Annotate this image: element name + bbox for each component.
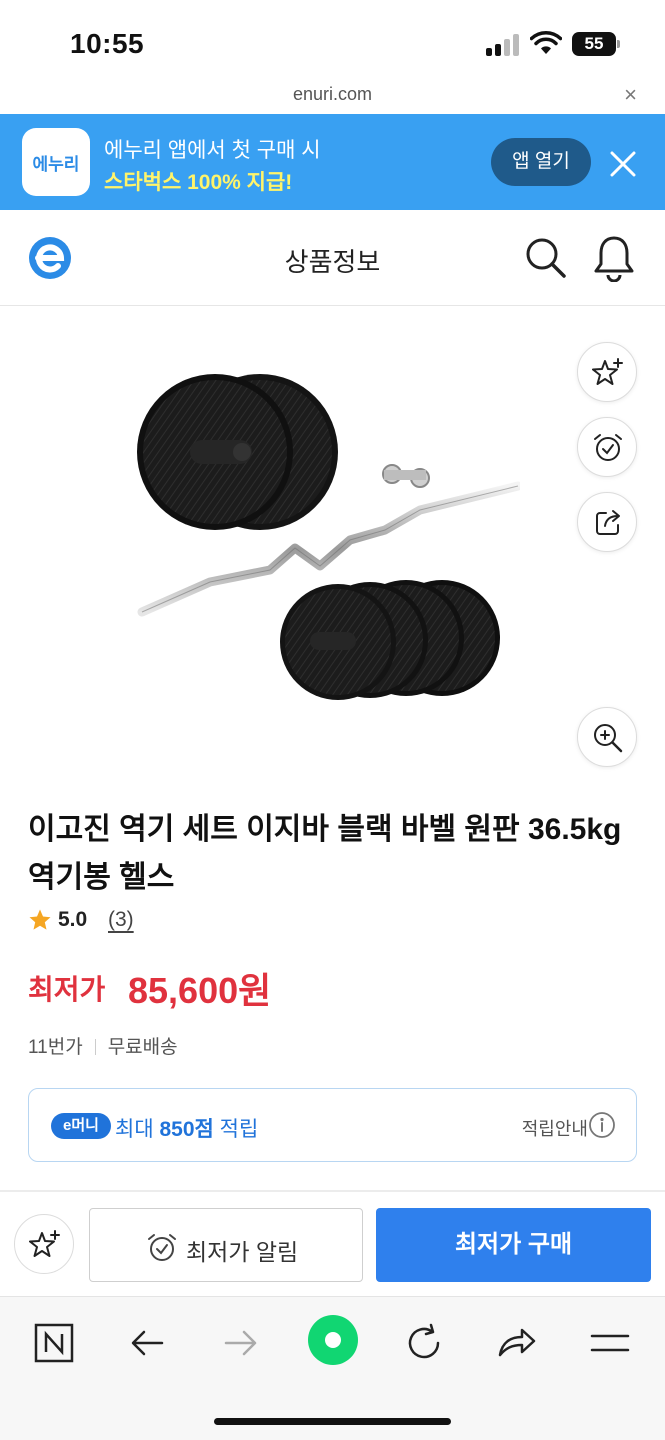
search-icon[interactable] [524, 236, 568, 280]
share-arrow-icon[interactable] [494, 1321, 538, 1365]
reload-icon[interactable] [402, 1321, 446, 1365]
info-icon[interactable] [588, 1111, 616, 1139]
divider [94, 1039, 96, 1055]
zoom-in-icon [594, 724, 623, 753]
star-icon [29, 909, 51, 930]
shipping-info: 무료배송 [107, 1037, 178, 1058]
page-header: 상품정보 [0, 210, 665, 306]
status-time: 10:55 [70, 28, 145, 59]
forward-arrow-icon[interactable] [218, 1321, 262, 1365]
point-amount: 850점 [159, 1118, 214, 1141]
price-alarm-button[interactable] [577, 417, 637, 477]
enuri-app-logo: 에누리 [22, 128, 90, 196]
favorite-star-icon [592, 358, 623, 385]
share-icon [596, 510, 620, 535]
buy-lowest-price-button[interactable]: 최저가 구매 [376, 1208, 651, 1282]
url-text[interactable]: enuri.com [0, 84, 665, 105]
share-button[interactable] [577, 492, 637, 552]
battery-level: 55 [572, 32, 616, 56]
action-bar: 최저가 알림 최저가 구매 [0, 1192, 665, 1296]
app-logo-text: 에누리 [32, 155, 80, 174]
status-bar: 10:55 55 [0, 0, 665, 80]
favorite-bottom-button[interactable] [14, 1214, 74, 1274]
alert-label: 최저가 알림 [186, 1239, 299, 1265]
product-image[interactable] [120, 370, 520, 720]
product-title: 이고진 역기 세트 이지바 블랙 바벨 원판 36.5kg 역기봉 헬스 [28, 813, 622, 894]
banner-line2: 스타벅스 100% 지급! [104, 171, 293, 194]
point-info-link[interactable]: 적립안내 [522, 1115, 588, 1141]
zoom-button[interactable] [577, 707, 637, 767]
close-icon[interactable] [609, 150, 637, 178]
banner-line1: 에누리 앱에서 첫 구매 시 [104, 139, 321, 162]
naver-n-icon[interactable] [32, 1321, 76, 1365]
wifi-icon [530, 31, 562, 54]
open-app-button[interactable]: 앱 열기 [491, 138, 591, 186]
alarm-clock-icon [594, 434, 622, 461]
bell-icon[interactable] [592, 234, 636, 282]
price-label: 최저가 [28, 974, 106, 1005]
green-home-icon[interactable] [308, 1315, 358, 1365]
signal-icon [486, 34, 522, 56]
point-reward-box[interactable]: e머니 최대 850점 적립 적립안내 [28, 1088, 637, 1162]
rating-value: 5.0 [58, 908, 88, 931]
alarm-clock-icon [148, 1234, 176, 1261]
price-value: 85,600원 [128, 970, 272, 1011]
favorite-button[interactable] [577, 342, 637, 402]
url-bar[interactable]: enuri.com × [0, 80, 665, 114]
home-indicator [214, 1418, 451, 1425]
shop-name: 11번가 [28, 1037, 83, 1058]
review-count-link[interactable]: (3) [108, 908, 134, 932]
close-tab-icon[interactable]: × [624, 82, 637, 108]
menu-icon[interactable] [588, 1321, 632, 1365]
point-text: 최대 850점 적립 [115, 1118, 259, 1141]
favorite-star-icon [29, 1230, 60, 1257]
shop-row: 11번가 무료배송 [28, 1032, 178, 1059]
back-arrow-icon[interactable] [126, 1321, 170, 1365]
lowest-price-alert-button[interactable]: 최저가 알림 [89, 1208, 363, 1282]
battery-icon: 55 [572, 32, 620, 56]
emoney-badge: e머니 [51, 1113, 111, 1139]
app-install-banner: 에누리 에누리 앱에서 첫 구매 시 스타벅스 100% 지급! 앱 열기 [0, 114, 665, 210]
